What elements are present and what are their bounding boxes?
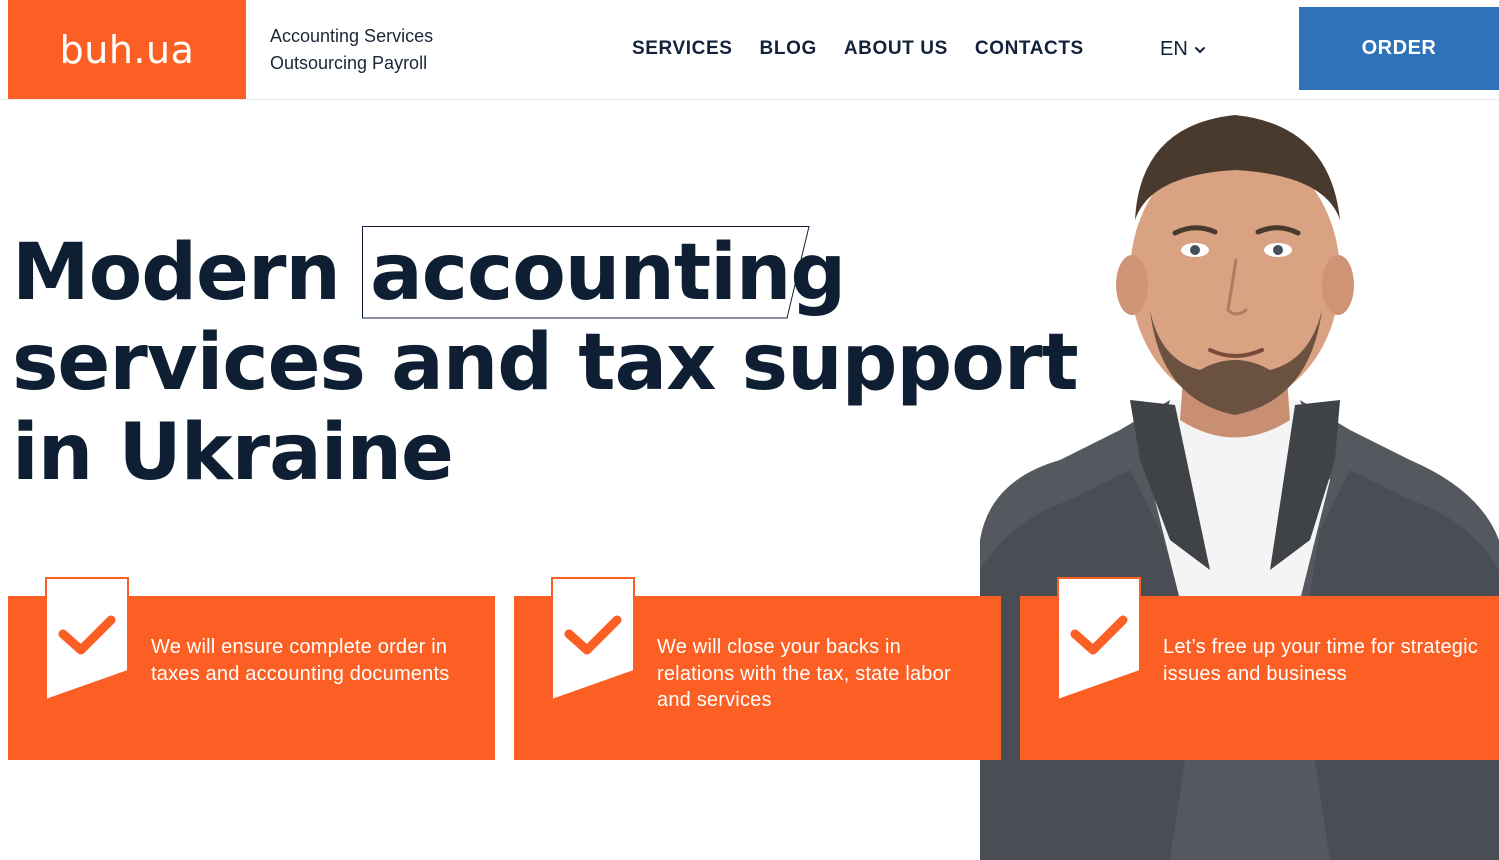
word-frame bbox=[362, 226, 810, 319]
tagline-line-2: Outsourcing Payroll bbox=[270, 53, 428, 73]
hero-headline: Modern accounting services and tax suppo… bbox=[12, 226, 1079, 498]
tagline-line-1: Accounting Services bbox=[270, 26, 434, 46]
feature-text: We will close your backs in relations wi… bbox=[657, 636, 951, 711]
order-button[interactable]: ORDER bbox=[1299, 7, 1499, 90]
site-header: buh.ua Accounting Services Outsourcing P… bbox=[0, 0, 1499, 100]
feature-text: Let’s free up your time for strategic is… bbox=[1163, 636, 1478, 685]
nav-about-us[interactable]: ABOUT US bbox=[844, 38, 948, 60]
feature-card: We will ensure complete order in taxes a… bbox=[8, 577, 495, 760]
main-nav: SERVICES BLOG ABOUT US CONTACTS bbox=[632, 38, 1111, 60]
language-label: EN bbox=[1160, 38, 1188, 60]
chevron-down-icon bbox=[1194, 46, 1205, 53]
headline-line-1: Modern accounting bbox=[12, 226, 972, 319]
language-selector[interactable]: EN bbox=[1160, 38, 1206, 61]
page: buh.ua Accounting Services Outsourcing P… bbox=[0, 0, 1499, 860]
headline-modern: Modern bbox=[12, 228, 367, 318]
tagline: Accounting Services Outsourcing Payroll bbox=[270, 23, 500, 77]
headline-line-3: in Ukraine bbox=[12, 408, 454, 498]
headline-framed-word: accounting bbox=[362, 226, 849, 319]
checkmark-icon bbox=[1057, 577, 1141, 701]
headline-line-2: services and tax support bbox=[12, 318, 1079, 408]
feature-card: We will close your backs in relations wi… bbox=[514, 577, 1001, 760]
logo[interactable]: buh.ua bbox=[8, 0, 246, 99]
checkmark-icon bbox=[45, 577, 129, 701]
nav-services[interactable]: SERVICES bbox=[632, 38, 733, 60]
checkmark-icon bbox=[551, 577, 635, 701]
nav-blog[interactable]: BLOG bbox=[760, 38, 817, 60]
feature-card: Let’s free up your time for strategic is… bbox=[1020, 577, 1499, 760]
nav-contacts[interactable]: CONTACTS bbox=[975, 38, 1084, 60]
feature-text: We will ensure complete order in taxes a… bbox=[151, 636, 450, 685]
